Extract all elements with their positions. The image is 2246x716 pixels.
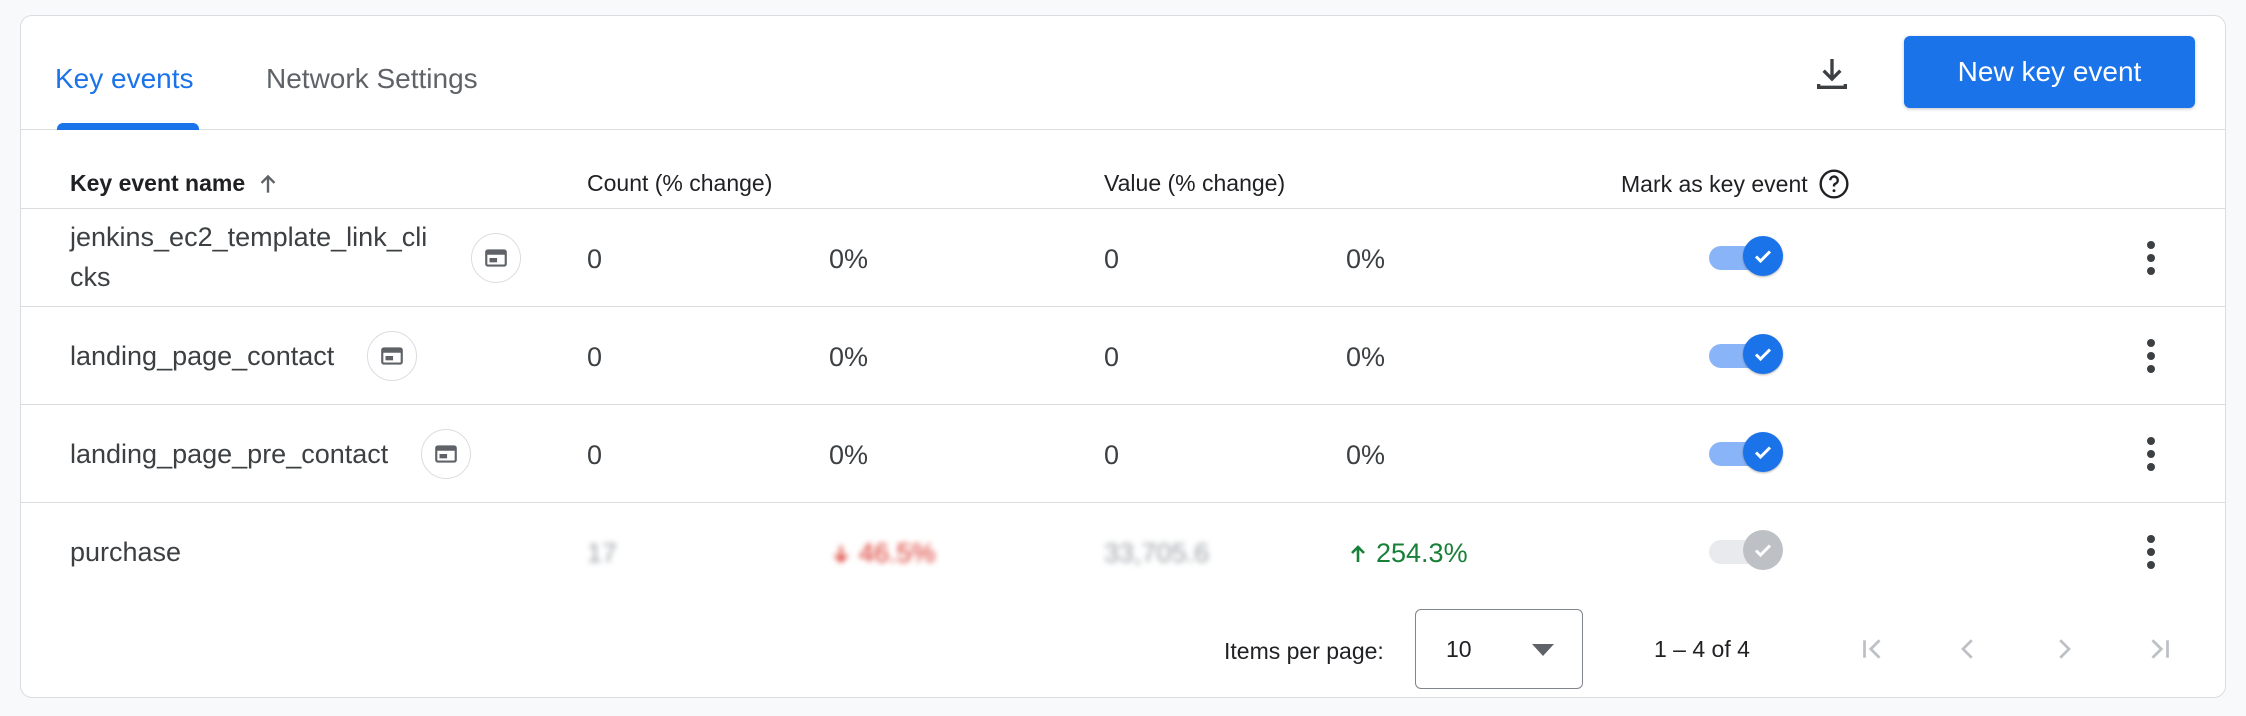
mark-key-event-toggle[interactable]: [1709, 236, 1783, 276]
first-page-icon: [1863, 639, 1881, 659]
arrow-up-icon: [260, 174, 276, 193]
more-vert-icon: [2147, 339, 2155, 373]
count-change: 0%: [829, 342, 869, 372]
last-page-icon: [2151, 639, 2169, 659]
more-vert-icon: [2147, 241, 2155, 275]
value-amount: 0: [1104, 244, 1120, 274]
value-amount: 0: [1104, 342, 1120, 372]
mark-key-event-toggle[interactable]: [1709, 432, 1783, 472]
key-event-name-line: cks: [70, 262, 111, 292]
tab-key-events[interactable]: Key events: [55, 63, 194, 95]
count-change: 0%: [829, 440, 869, 470]
key-events-card: Key events Network Settings New key even…: [20, 15, 2226, 698]
active-tab-indicator: [57, 123, 199, 130]
value-amount: 33,705.6: [1104, 538, 1210, 568]
column-header-name-label: Key event name: [70, 170, 246, 196]
count-value: 0: [587, 440, 603, 470]
column-header-mark: Mark as key event: [1621, 168, 1850, 200]
row-menu-button[interactable]: [2131, 331, 2171, 381]
value-change: 0%: [1346, 342, 1386, 372]
row-menu-button[interactable]: [2131, 527, 2171, 577]
chevron-right-icon: [2059, 639, 2071, 659]
first-page-button[interactable]: [1847, 624, 1897, 674]
web-icon: [485, 249, 507, 267]
check-icon: [1754, 250, 1772, 264]
arrow-down-icon: [834, 545, 848, 563]
toggle-thumb: [1743, 334, 1783, 374]
count-value: 0: [587, 244, 603, 274]
count-change: 46.5%: [829, 538, 936, 569]
toggle-thumb: [1743, 530, 1783, 570]
check-icon: [1754, 446, 1772, 460]
event-detail-chip[interactable]: [471, 233, 521, 283]
more-vert-icon: [2147, 437, 2155, 471]
key-event-name[interactable]: landing_page_pre_contact: [70, 434, 388, 474]
items-per-page-label: Items per page:: [1224, 638, 1384, 664]
web-icon: [381, 347, 403, 365]
next-page-button[interactable]: [2039, 624, 2089, 674]
value-change-text: 254.3%: [1376, 538, 1468, 568]
table-row: landing_page_contact 0 0% 0 0%: [21, 307, 2225, 405]
table-row: landing_page_pre_contact 0 0% 0 0%: [21, 405, 2225, 503]
key-event-name[interactable]: landing_page_contact: [70, 336, 334, 376]
column-header-value: Value (% change): [1104, 170, 1286, 196]
value-change: 0%: [1346, 244, 1386, 274]
last-page-button[interactable]: [2135, 624, 2185, 674]
dropdown-arrow-icon: [1532, 644, 1554, 656]
key-event-name[interactable]: jenkins_ec2_template_link_cli cks: [70, 217, 427, 297]
arrow-up-icon: [1351, 544, 1365, 562]
tab-bar: Key events Network Settings New key even…: [21, 16, 2225, 130]
value-amount: 0: [1104, 440, 1120, 470]
mark-key-event-toggle: [1709, 530, 1783, 570]
new-key-event-button[interactable]: New key event: [1904, 36, 2195, 108]
count-value: 0: [587, 342, 603, 372]
previous-page-button[interactable]: [1943, 624, 1993, 674]
key-event-name[interactable]: purchase: [70, 532, 181, 572]
value-change: 0%: [1346, 440, 1386, 470]
download-button[interactable]: [1802, 44, 1862, 104]
table-row: purchase 17 46.5% 33,705.6 254.3%: [21, 503, 2225, 601]
toggle-thumb: [1743, 432, 1783, 472]
items-per-page-select[interactable]: 10: [1415, 609, 1583, 689]
check-icon: [1754, 544, 1772, 558]
table-header: Key event name Count (% change) Value (%…: [21, 130, 2225, 209]
column-header-name[interactable]: Key event name: [70, 170, 281, 197]
count-change: 0%: [829, 244, 869, 274]
help-icon[interactable]: [1818, 168, 1850, 200]
mark-key-event-toggle[interactable]: [1709, 334, 1783, 374]
count-value: 17: [587, 538, 618, 568]
event-detail-chip[interactable]: [421, 429, 471, 479]
column-header-mark-label: Mark as key event: [1621, 170, 1808, 197]
event-detail-chip[interactable]: [367, 331, 417, 381]
pagination-range: 1 – 4 of 4: [1654, 636, 1750, 662]
tab-network-settings[interactable]: Network Settings: [266, 63, 478, 95]
chevron-left-icon: [1961, 639, 1973, 659]
table-row: jenkins_ec2_template_link_cli cks 0 0% 0…: [21, 209, 2225, 307]
download-icon: [1817, 59, 1847, 89]
items-per-page-value: 10: [1446, 636, 1472, 662]
row-menu-button[interactable]: [2131, 429, 2171, 479]
key-event-name-line: jenkins_ec2_template_link_cli: [70, 222, 428, 252]
toggle-thumb: [1743, 236, 1783, 276]
column-header-count: Count (% change): [587, 170, 773, 196]
web-icon: [435, 445, 457, 463]
count-change-text: 46.5%: [859, 538, 936, 568]
check-icon: [1754, 348, 1772, 362]
more-vert-icon: [2147, 535, 2155, 569]
row-menu-button[interactable]: [2131, 233, 2171, 283]
value-change: 254.3%: [1346, 538, 1468, 569]
